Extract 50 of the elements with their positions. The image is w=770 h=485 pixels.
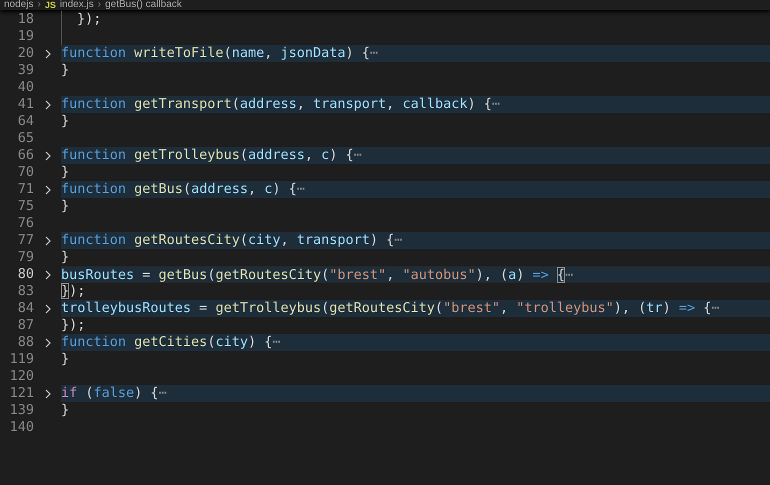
line-number: 19 (16, 28, 34, 45)
code-line: } (61, 198, 70, 215)
breadcrumb-item[interactable]: nodejs (4, 0, 34, 10)
code-line: }); (61, 317, 86, 334)
line-number: 120 (8, 368, 34, 385)
line-number: 20 (16, 45, 34, 62)
chevron-right-icon[interactable] (44, 388, 52, 398)
code-line: } (61, 164, 70, 181)
chevron-separator-icon: › (98, 0, 102, 10)
line-number: 139 (8, 402, 34, 419)
chevron-separator-icon: › (37, 0, 41, 10)
line-number: 76 (16, 215, 34, 232)
breadcrumb-item[interactable]: index.js (60, 0, 94, 10)
line-number: 80 (16, 266, 34, 283)
line-number: 40 (16, 79, 34, 96)
chevron-right-icon[interactable] (44, 304, 52, 314)
code-line: }); (61, 283, 86, 300)
line-number: 18 (16, 11, 34, 28)
line-number: 71 (16, 181, 34, 198)
line-number: 41 (16, 96, 34, 113)
code-line: } (61, 113, 70, 130)
line-number: 77 (16, 232, 34, 249)
chevron-right-icon[interactable] (44, 150, 52, 160)
file-type-icon: JS (44, 0, 56, 10)
code-line: } (61, 62, 70, 79)
chevron-right-icon[interactable] (44, 270, 52, 280)
breadcrumb-item[interactable]: getBus() callback (105, 0, 182, 10)
line-number: 39 (16, 62, 34, 79)
line-number: 84 (16, 300, 34, 317)
chevron-right-icon[interactable] (44, 236, 52, 246)
line-number: 66 (16, 147, 34, 164)
line-number: 79 (16, 249, 34, 266)
code-line: } (61, 351, 70, 368)
line-number: 64 (16, 113, 34, 130)
chevron-right-icon[interactable] (44, 338, 52, 348)
line-number: 75 (16, 198, 34, 215)
line-number: 140 (8, 419, 34, 436)
line-number: 121 (8, 385, 34, 402)
chevron-right-icon[interactable] (44, 100, 52, 110)
chevron-right-icon[interactable] (44, 48, 52, 58)
chevron-right-icon[interactable] (44, 184, 52, 194)
line-number: 119 (8, 351, 34, 368)
code-line: } (61, 402, 70, 419)
line-number: 65 (16, 130, 34, 147)
line-number: 87 (16, 317, 34, 334)
line-number: 83 (16, 283, 34, 300)
line-number: 70 (16, 164, 34, 181)
code-line: }); (77, 11, 102, 28)
line-number: 88 (16, 334, 34, 351)
code-line: } (61, 249, 70, 266)
